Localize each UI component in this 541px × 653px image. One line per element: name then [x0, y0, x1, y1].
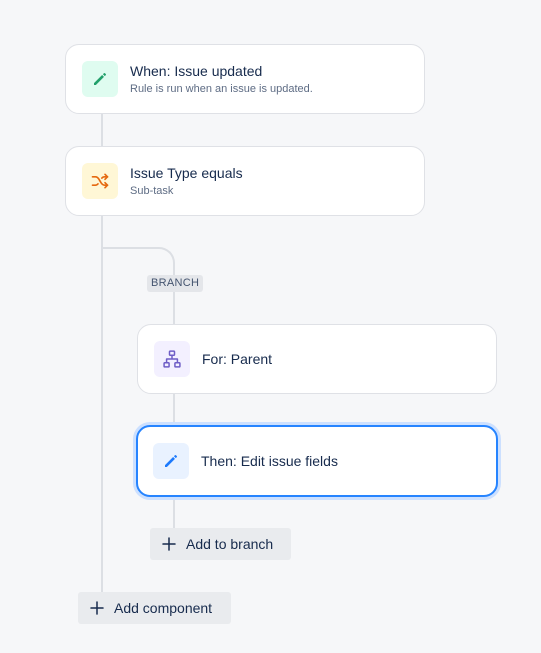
pencil-icon	[94, 73, 106, 85]
trigger-card[interactable]: When: Issue updated Rule is run when an …	[65, 44, 425, 114]
shuffle-icon	[91, 173, 109, 189]
condition-card[interactable]: Issue Type equals Sub-task	[65, 146, 425, 216]
plus-icon	[162, 537, 176, 551]
add-component-label: Add component	[114, 600, 213, 616]
add-to-branch-label: Add to branch	[186, 536, 274, 552]
condition-subtitle: Sub-task	[130, 185, 174, 197]
branch-icon-box	[154, 341, 190, 377]
trigger-subtitle: Rule is run when an issue is updated.	[130, 83, 313, 95]
branch-tag: BRANCH	[147, 275, 204, 292]
condition-icon-box	[82, 163, 118, 199]
action-title: Then: Edit issue fields	[201, 453, 338, 469]
add-to-branch-button[interactable]: Add to branch	[150, 528, 291, 560]
add-component-button[interactable]: Add component	[78, 592, 231, 624]
trigger-icon-box	[82, 61, 118, 97]
condition-title: Issue Type equals	[130, 165, 243, 181]
plus-icon	[90, 601, 104, 615]
branch-for-card[interactable]: For: Parent	[137, 324, 497, 394]
action-icon-box	[153, 443, 189, 479]
branch-for-title: For: Parent	[202, 351, 273, 367]
trigger-title: When: Issue updated	[130, 63, 263, 79]
pencil-icon	[165, 455, 177, 467]
action-card[interactable]: Then: Edit issue fields	[136, 425, 498, 497]
hierarchy-icon	[163, 350, 181, 368]
